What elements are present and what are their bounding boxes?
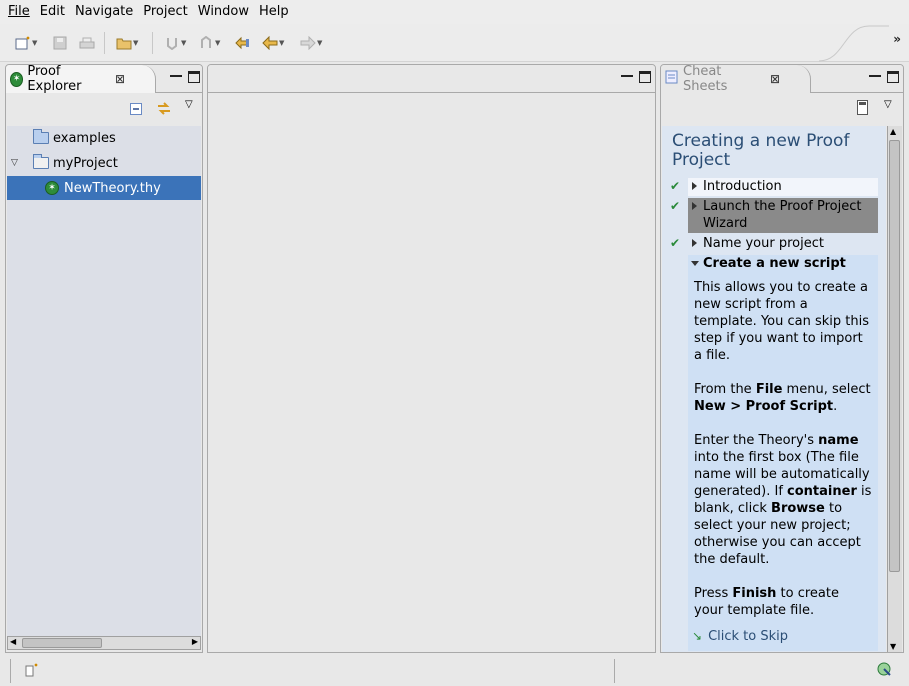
- toolbar-curve-divider: [819, 25, 889, 62]
- menu-project[interactable]: Project: [138, 0, 192, 24]
- project-tree: examples ▽ myProject ✶ NewTheory.thy: [7, 126, 201, 636]
- tree-item-newtheory[interactable]: ✶ NewTheory.thy: [7, 176, 201, 200]
- tab-proof-explorer-title: Proof Explorer: [27, 64, 82, 94]
- previous-annotation-icon: [198, 35, 214, 50]
- collapse-all-icon[interactable]: [130, 103, 143, 120]
- maximize-button[interactable]: [887, 71, 899, 83]
- scroll-down-icon[interactable]: ▼: [890, 642, 896, 651]
- tree-item-myproject[interactable]: ▽ myProject: [7, 151, 201, 175]
- collapse-all-icon[interactable]: [857, 100, 869, 120]
- back-button[interactable]: ▼: [262, 34, 284, 52]
- forward-button[interactable]: ▼: [300, 34, 322, 52]
- scrollbar-thumb[interactable]: [889, 140, 900, 572]
- cheat-sheet-title: Creating a new Proof Project: [672, 131, 850, 170]
- tree-item-label: NewTheory.thy: [64, 180, 161, 196]
- collapse-arrow-icon: [691, 261, 699, 266]
- cheat-sheet-content: Creating a new Proof Project ✔ Introduct…: [662, 126, 886, 652]
- step-paragraph: This allows you to create a new script f…: [694, 280, 869, 363]
- step-paragraph: Press Finish to create your template fil…: [694, 586, 839, 618]
- expand-arrow-icon: [692, 239, 697, 247]
- scrollbar-thumb[interactable]: [22, 638, 102, 648]
- menu-edit[interactable]: Edit: [35, 0, 70, 24]
- forward-icon: [300, 35, 316, 51]
- minimize-button[interactable]: [170, 71, 182, 77]
- tab-cheat-sheets-title: Cheat Sheets: [683, 64, 728, 94]
- open-project-icon: [116, 36, 132, 50]
- expand-arrow-icon: [692, 182, 697, 190]
- next-annotation-icon: [164, 36, 180, 51]
- editor-maximize-button[interactable]: [639, 71, 651, 83]
- menu-navigate[interactable]: Navigate: [70, 0, 138, 24]
- step-description: This allows you to create a new script f…: [688, 271, 878, 651]
- click-to-skip-link[interactable]: ↘ Click to Skip: [692, 628, 870, 645]
- menu-file[interactable]: File: [3, 0, 35, 24]
- scroll-left-icon[interactable]: ◀: [10, 637, 16, 646]
- skip-arrow-icon: ↘: [692, 629, 703, 643]
- close-icon[interactable]: ⊠: [770, 72, 780, 86]
- theory-file-icon: ✶: [45, 181, 59, 195]
- open-folder-icon: [33, 154, 49, 169]
- previous-annotation-button[interactable]: ▼: [198, 34, 220, 52]
- expand-twisty-icon[interactable]: ▽: [11, 158, 21, 168]
- close-icon[interactable]: ⊠: [115, 72, 125, 86]
- progress-indicator-icon[interactable]: [876, 661, 894, 683]
- view-menu-icon[interactable]: ▽: [185, 99, 193, 110]
- status-bar: [0, 654, 909, 686]
- tree-item-examples[interactable]: examples: [7, 126, 201, 150]
- maximize-button[interactable]: [188, 71, 200, 83]
- tab-proof-explorer[interactable]: ✶ Proof Explorer ⊠: [6, 64, 156, 94]
- last-edit-location-icon: [234, 36, 250, 50]
- back-icon: [262, 35, 278, 51]
- menu-window[interactable]: Window: [193, 0, 254, 24]
- minimize-button[interactable]: [869, 71, 881, 77]
- expand-arrow-icon: [692, 202, 697, 210]
- open-project-button[interactable]: ▼: [116, 34, 138, 52]
- print-icon: [79, 36, 95, 50]
- step-name-project[interactable]: Name your project: [688, 235, 878, 253]
- check-icon: ✔: [670, 199, 681, 213]
- save-icon: [52, 36, 68, 50]
- cheat-sheet-icon: [665, 70, 679, 88]
- main-toolbar: ▼ ▼ ▼ ▼ ▼ ▼ »: [0, 24, 909, 62]
- print-button[interactable]: [79, 34, 95, 52]
- editor-area: [207, 64, 656, 653]
- step-paragraph: From the File menu, select New > Proof S…: [694, 382, 871, 414]
- proof-explorer-panel: ✶ Proof Explorer ⊠ ▽ examples ▽ myProjec…: [5, 64, 203, 653]
- last-edit-location-button[interactable]: [234, 34, 250, 52]
- view-menu-icon[interactable]: ▽: [884, 99, 892, 110]
- tab-cheat-sheets[interactable]: Cheat Sheets ⊠: [661, 64, 811, 94]
- fast-view-icon[interactable]: [24, 662, 40, 682]
- tree-item-label: myProject: [53, 155, 118, 171]
- cheat-sheets-panel: Cheat Sheets ⊠ ▽ Creating a new Proof Pr…: [660, 64, 904, 653]
- scroll-up-icon[interactable]: ▲: [890, 127, 896, 136]
- proof-explorer-icon: ✶: [10, 71, 24, 87]
- step-introduction[interactable]: Introduction: [688, 178, 878, 196]
- step-launch-wizard[interactable]: Launch the Proof Project Wizard: [688, 198, 878, 233]
- scroll-right-icon[interactable]: ▶: [192, 637, 198, 646]
- editor-minimize-button[interactable]: [621, 71, 633, 77]
- horizontal-scrollbar[interactable]: ◀ ▶: [7, 636, 201, 650]
- check-icon: ✔: [670, 179, 681, 193]
- vertical-scrollbar[interactable]: ▲ ▼: [887, 126, 902, 652]
- link-with-editor-icon[interactable]: [156, 101, 172, 120]
- menu-bar: File Edit Navigate Project Window Help: [0, 0, 909, 24]
- new-wizard-button[interactable]: ▼: [15, 34, 37, 52]
- step-paragraph: Enter the Theory's name into the first b…: [694, 433, 872, 567]
- tree-item-label: examples: [53, 130, 116, 146]
- folder-icon: [33, 129, 49, 144]
- menu-help[interactable]: Help: [254, 0, 294, 24]
- toolbar-overflow-chevron[interactable]: »: [893, 32, 901, 46]
- check-icon: ✔: [670, 236, 681, 250]
- save-button[interactable]: [52, 34, 68, 52]
- new-wizard-icon: [15, 36, 31, 50]
- next-annotation-button[interactable]: ▼: [164, 34, 186, 52]
